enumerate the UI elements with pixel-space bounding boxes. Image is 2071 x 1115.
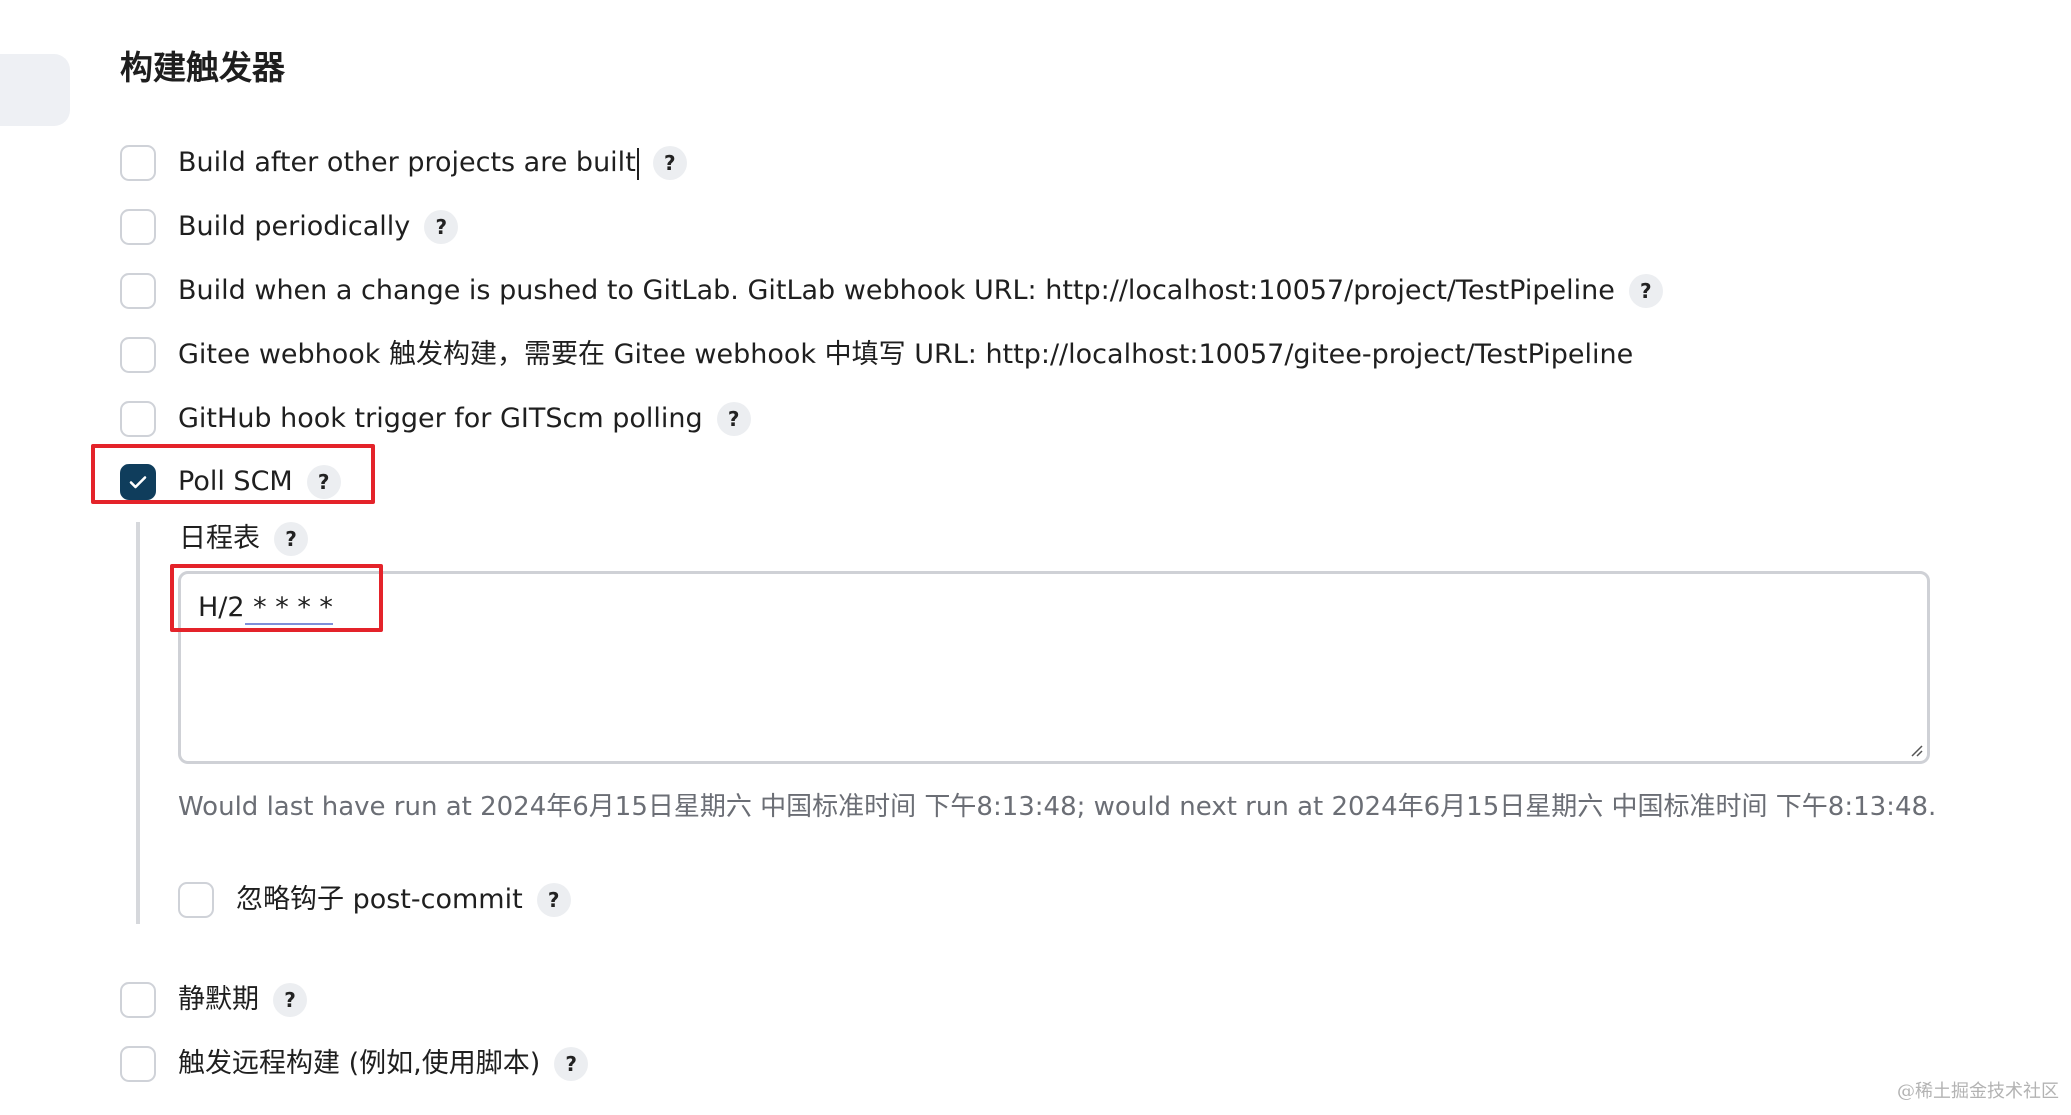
help-icon[interactable]: ? [424,210,459,244]
trigger-label: Build after other projects are built [178,143,639,183]
trigger-label: GitHub hook trigger for GITScm polling [178,403,703,434]
trigger-label: Build when a change is pushed to GitLab.… [178,275,1615,306]
highlight-box-poll-scm [91,444,375,504]
trigger-gitlab-push[interactable]: Build when a change is pushed to GitLab.… [120,267,1663,315]
help-icon[interactable]: ? [273,983,307,1017]
help-icon[interactable]: ? [274,522,308,556]
schedule-textarea[interactable]: H/2 * * * * [178,571,1930,764]
help-icon[interactable]: ? [1628,274,1663,308]
trigger-label: 触发远程构建 (例如,使用脚本) [178,1048,541,1079]
trigger-label: Build periodically [178,211,411,242]
checkbox[interactable] [120,337,156,373]
option-label: 忽略钩子 post-commit [236,884,523,915]
watermark: @稀土掘金技术社区 [1897,1081,2059,1102]
subsection-divider [136,522,140,924]
schedule-hint: Would last have run at 2024年6月15日星期六 中国标… [178,792,1937,822]
trigger-gitee-webhook[interactable]: Gitee webhook 触发构建，需要在 Gitee webhook 中填写… [120,331,1633,379]
checkbox[interactable] [120,1046,156,1082]
sidebar-tab[interactable] [0,54,70,126]
schedule-label-row: 日程表 ? [179,515,308,563]
section-title: 构建触发器 [120,48,285,87]
checkbox[interactable] [120,273,156,309]
highlight-box-schedule [170,564,383,632]
trigger-github-hook[interactable]: GitHub hook trigger for GITScm polling ? [120,395,751,443]
checkbox[interactable] [178,882,214,918]
trigger-build-after-other-projects[interactable]: Build after other projects are built ? [120,139,687,187]
trigger-label: 静默期 [178,984,259,1015]
help-icon[interactable]: ? [536,883,571,917]
trigger-remote-build[interactable]: 触发远程构建 (例如,使用脚本) ? [120,1040,589,1088]
checkbox[interactable] [120,145,156,181]
help-icon[interactable]: ? [716,402,751,436]
help-icon[interactable]: ? [652,146,687,180]
help-icon[interactable]: ? [554,1047,589,1081]
ignore-post-commit-option[interactable]: 忽略钩子 post-commit ? [178,876,571,924]
trigger-build-periodically[interactable]: Build periodically ? [120,203,459,251]
trigger-label: Gitee webhook 触发构建，需要在 Gitee webhook 中填写… [178,339,1634,370]
checkbox[interactable] [120,209,156,245]
schedule-label: 日程表 [179,523,260,554]
trigger-quiet-period[interactable]: 静默期 ? [120,976,307,1024]
checkbox[interactable] [120,982,156,1018]
resize-handle-icon[interactable] [1907,741,1923,757]
checkbox[interactable] [120,401,156,437]
text-cursor [636,147,639,180]
